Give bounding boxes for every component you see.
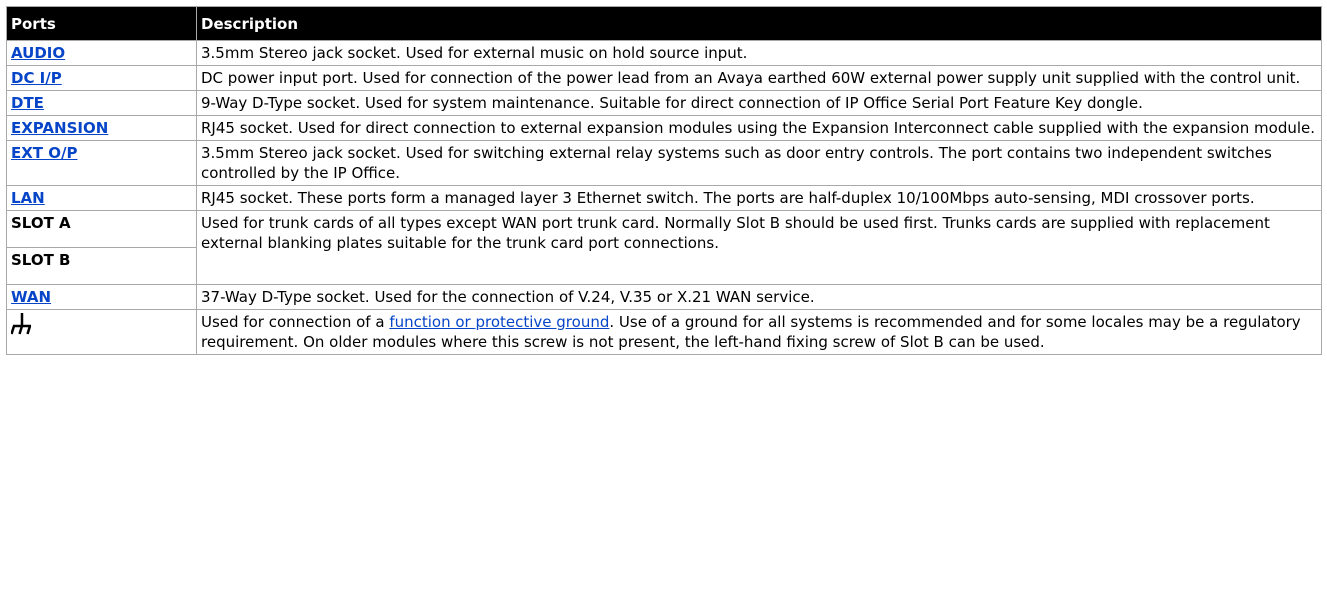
port-link-lan[interactable]: LAN (11, 189, 45, 207)
port-link-wan[interactable]: WAN (11, 288, 51, 306)
table-row: EXPANSION RJ45 socket. Used for direct c… (6, 115, 1322, 141)
function-ground-link[interactable]: function or protective ground (389, 313, 609, 331)
port-link-audio[interactable]: AUDIO (11, 44, 65, 62)
row-description: Used for connection of a function or pro… (196, 309, 1322, 355)
table-header-row: Ports Description (6, 6, 1322, 41)
row-description: 3.5mm Stereo jack socket. Used for exter… (196, 40, 1322, 66)
table-row: AUDIO 3.5mm Stereo jack socket. Used for… (6, 40, 1322, 66)
row-description: 9-Way D-Type socket. Used for system mai… (196, 90, 1322, 116)
row-description: DC power input port. Used for connection… (196, 65, 1322, 91)
header-description: Description (196, 6, 1322, 41)
table-row: DC I/P DC power input port. Used for con… (6, 65, 1322, 91)
table-row: EXT O/P 3.5mm Stereo jack socket. Used f… (6, 140, 1322, 186)
port-link-dc-ip[interactable]: DC I/P (11, 69, 62, 87)
ports-table: Ports Description AUDIO 3.5mm Stereo jac… (6, 6, 1322, 355)
port-link-ext-op[interactable]: EXT O/P (11, 144, 78, 162)
table-row: SLOT A Used for trunk cards of all types… (6, 210, 1322, 285)
ground-icon (10, 313, 32, 335)
table-row: LAN RJ45 socket. These ports form a mana… (6, 185, 1322, 211)
row-description: Used for trunk cards of all types except… (196, 210, 1322, 285)
port-slot-a: SLOT A (6, 210, 197, 248)
header-ports: Ports (6, 6, 197, 41)
port-link-dte[interactable]: DTE (11, 94, 44, 112)
row-description: RJ45 socket. These ports form a managed … (196, 185, 1322, 211)
table-row: WAN 37-Way D-Type socket. Used for the c… (6, 284, 1322, 310)
table-row: Used for connection of a function or pro… (6, 309, 1322, 355)
ground-desc-before: Used for connection of a (201, 313, 390, 331)
port-slot-b: SLOT B (6, 247, 197, 285)
row-description: 37-Way D-Type socket. Used for the conne… (196, 284, 1322, 310)
port-link-expansion[interactable]: EXPANSION (11, 119, 108, 137)
row-description: 3.5mm Stereo jack socket. Used for switc… (196, 140, 1322, 186)
table-row: DTE 9-Way D-Type socket. Used for system… (6, 90, 1322, 116)
row-description: RJ45 socket. Used for direct connection … (196, 115, 1322, 141)
